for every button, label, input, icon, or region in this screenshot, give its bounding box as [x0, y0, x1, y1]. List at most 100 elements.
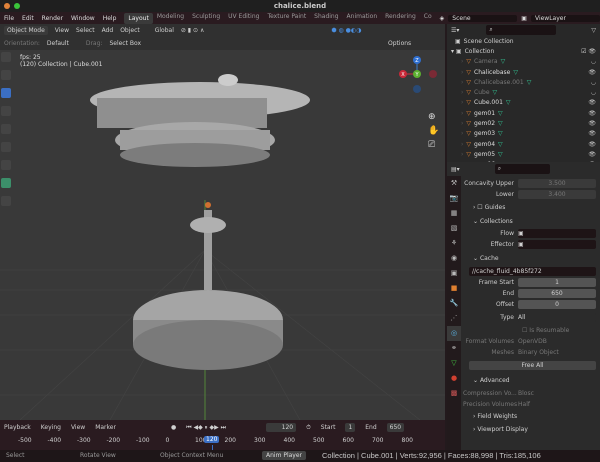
outliner-item[interactable]: › ▽ gem05 ▽ 👁 [447, 149, 600, 159]
stopwatch-icon[interactable]: ⏱ [306, 424, 311, 432]
keying-menu[interactable]: Keying [41, 424, 61, 431]
world-tab-icon[interactable]: ◉ [447, 251, 461, 266]
outliner-item[interactable]: › ▽ Camera ▽ ◡ [447, 57, 600, 67]
camera-view-icon[interactable]: ⎚ [428, 138, 439, 152]
physics-tab-icon[interactable]: ◎ [447, 326, 461, 341]
outliner-item[interactable]: › ▽ gem02 ▽ 👁 [447, 118, 600, 128]
is-resumable-checkbox[interactable]: ☐ [522, 327, 529, 334]
tab-sculpting[interactable]: Sculpting [188, 13, 224, 24]
outliner-collection[interactable]: Collection [465, 48, 495, 55]
menu-object[interactable]: Object [120, 27, 140, 34]
frame-ruler[interactable]: -500 -400 -300 -200 -100 0 100 200 300 400 500 600 7… [0, 435, 445, 447]
outliner-item[interactable]: › ▽ Cube.001 ▽ 👁 [447, 98, 600, 108]
tab-animation[interactable]: Animation [343, 13, 382, 24]
offset-field[interactable]: 0 [518, 300, 596, 309]
measure-tool-icon[interactable] [1, 178, 11, 188]
mode-selector[interactable]: Object Mode [4, 26, 48, 35]
cursor-tool-icon[interactable] [1, 70, 11, 80]
lower-field[interactable]: 3.400 [518, 190, 596, 199]
menu-view[interactable]: View [55, 27, 69, 34]
outliner-item[interactable]: › ▽ Chalicebase ▽ 👁 [447, 67, 600, 77]
end-field[interactable]: 650 [518, 289, 596, 298]
tab-uv-editing[interactable]: UV Editing [224, 13, 263, 24]
visibility-eye-icon[interactable]: ◡ [591, 58, 600, 65]
tab-texture-paint[interactable]: Texture Paint [263, 13, 310, 24]
format-volumes-value[interactable]: OpenVDB [518, 338, 547, 345]
menu-file[interactable]: File [0, 15, 18, 22]
maximize-window-button[interactable] [14, 3, 20, 9]
start-frame-field[interactable]: 1 [345, 423, 356, 432]
outliner-item[interactable]: › ▽ Cube ▽ ◡ [447, 87, 600, 97]
viewport-display-panel-header[interactable]: Viewport Display [477, 426, 528, 433]
orientation-selector[interactable]: Default [47, 40, 69, 47]
modifier-tab-icon[interactable]: 🔧 [447, 296, 461, 311]
options-button[interactable]: Options [388, 40, 411, 47]
transform-orientation-selector[interactable]: Global [155, 27, 174, 34]
cache-directory-input[interactable]: //cache_fluid_4b85f272 [469, 267, 596, 276]
field-weights-panel-header[interactable]: Field Weights [477, 413, 517, 420]
view-layer-selector[interactable]: ViewLayer [530, 14, 600, 22]
data-tab-icon[interactable]: ▽ [447, 356, 461, 371]
compression-value[interactable]: Blosc [518, 390, 534, 397]
select-tool-icon[interactable] [1, 52, 11, 62]
object-tab-icon[interactable]: ■ [447, 281, 461, 296]
properties-editor-type-icon[interactable]: ▤▾ [451, 166, 460, 173]
output-tab-icon[interactable]: ▦ [447, 206, 461, 221]
end-frame-field[interactable]: 650 [386, 423, 405, 432]
outliner-item[interactable]: › ▽ gem01 ▽ 👁 [447, 108, 600, 118]
tab-rendering[interactable]: Rendering [381, 13, 420, 24]
visibility-eye-icon[interactable]: 👁 [588, 151, 600, 158]
frame-start-field[interactable]: 1 [518, 278, 596, 287]
render-tab-icon[interactable]: 📷 [447, 191, 461, 206]
view-layer-tab-icon[interactable]: ▧ [447, 221, 461, 236]
playhead[interactable]: 120 [204, 436, 220, 443]
flow-collection-field[interactable]: ▣ [518, 229, 596, 238]
outliner-root[interactable]: Scene Collection [464, 38, 514, 45]
navigation-gizmo[interactable]: Z X Y [395, 50, 440, 100]
visibility-eye-icon[interactable]: 👁 [588, 69, 600, 76]
rotate-tool-icon[interactable] [1, 106, 11, 116]
3d-viewport[interactable]: fps: 25 (120) Collection | Cube.001 Z X … [0, 50, 445, 420]
visibility-eye-icon[interactable]: 👁 [588, 110, 600, 117]
menu-edit[interactable]: Edit [18, 15, 38, 22]
cache-panel-header[interactable]: Cache [480, 255, 499, 262]
record-button[interactable]: ● [171, 424, 176, 431]
scene-selector[interactable]: Scene [448, 14, 518, 22]
properties-search-input[interactable]: ⌕ [494, 164, 550, 174]
timeline-view-menu[interactable]: View [71, 424, 85, 431]
playback-menu[interactable]: Playback [4, 424, 31, 431]
visibility-eye-icon[interactable]: ◡ [591, 79, 600, 86]
shading-modes[interactable]: ⬢ ◍ ●◐◑ [331, 27, 361, 34]
advanced-panel-header[interactable]: Advanced [480, 377, 510, 384]
pan-hand-icon[interactable]: ✋ [428, 124, 439, 138]
menu-help[interactable]: Help [99, 15, 121, 22]
tool-tab-icon[interactable]: ⚒ [447, 176, 461, 191]
menu-add[interactable]: Add [102, 27, 114, 34]
visibility-eye-icon[interactable]: 👁 [588, 99, 600, 106]
visibility-eye-icon[interactable]: 👁 [588, 120, 600, 127]
tab-shading[interactable]: Shading [310, 13, 342, 24]
close-window-button[interactable] [4, 3, 10, 9]
visibility-eye-icon[interactable]: 👁 [588, 130, 600, 137]
move-tool-icon[interactable] [1, 88, 11, 98]
outliner-search-input[interactable]: ⌕ [486, 25, 557, 35]
precision-value[interactable]: Half [518, 401, 530, 408]
guides-panel-header[interactable]: Guides [485, 204, 506, 211]
free-all-button[interactable]: Free All [469, 360, 596, 370]
outliner-item[interactable]: › ▽ Chalicebase.001 ▽ ◡ [447, 77, 600, 87]
material-tab-icon[interactable]: ● [447, 371, 461, 386]
concavity-upper-field[interactable]: 3.500 [518, 179, 596, 188]
particles-tab-icon[interactable]: ⋰ [447, 311, 461, 326]
zoom-icon[interactable]: ⊕ [428, 110, 439, 124]
menu-render[interactable]: Render [38, 15, 67, 22]
annotate-tool-icon[interactable] [1, 160, 11, 170]
anim-player-button[interactable]: Anim Player [262, 451, 306, 460]
marker-menu[interactable]: Marker [95, 424, 116, 431]
scene-tab-icon[interactable]: ⚘ [447, 236, 461, 251]
drag-selector[interactable]: Select Box [109, 40, 141, 47]
visibility-eye-icon[interactable]: 👁 [588, 141, 600, 148]
tab-modeling[interactable]: Modeling [153, 13, 188, 24]
tab-layout[interactable]: Layout [124, 12, 153, 24]
effector-collection-field[interactable]: ▣ [518, 240, 596, 249]
add-cube-tool-icon[interactable] [1, 196, 11, 206]
